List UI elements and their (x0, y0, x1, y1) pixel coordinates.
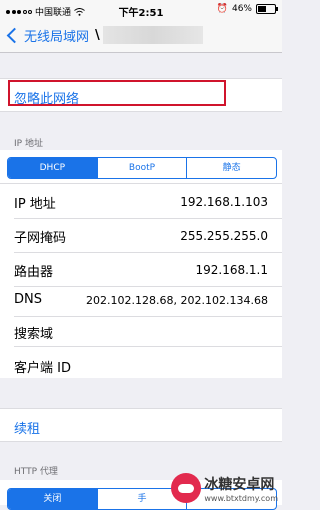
renew-lease-label: 续租 (14, 422, 41, 437)
ip-value: 192.168.1.103 (180, 195, 268, 209)
subnet-label: 子网掩码 (14, 231, 67, 246)
subnet-value: 255.255.255.0 (180, 229, 268, 243)
ip-section-header: IP 地址 (14, 139, 43, 149)
divider (0, 183, 282, 184)
nav-title-fragment: \ (95, 28, 100, 43)
tab-proxy-off[interactable]: 关闭 (8, 489, 97, 509)
watermark-logo-icon (171, 473, 202, 503)
dns-label: DNS (14, 292, 42, 307)
divider (14, 252, 282, 253)
highlight-box (8, 80, 226, 106)
battery-icon (256, 4, 278, 14)
alarm-icon: ⏰ (216, 4, 228, 14)
status-bar: 中国联通 下午2:51 ⏰ 46% (0, 0, 282, 20)
watermark: 冰糖安卓网 www.btxtdmy.com (171, 473, 278, 503)
divider (14, 286, 282, 287)
divider (14, 316, 282, 317)
ip-mode-segmented-control[interactable]: DHCP BootP 静态 (7, 157, 277, 179)
status-right: ⏰ 46% (216, 4, 278, 14)
tab-bootp[interactable]: BootP (96, 158, 187, 178)
search-domain-label: 搜索域 (14, 327, 54, 342)
http-proxy-header: HTTP 代理 (14, 467, 58, 477)
dns-value: 202.102.128.68, 202.102.134.68 (86, 294, 268, 307)
client-id-label: 客户端 ID (14, 361, 71, 376)
router-value: 192.168.1.1 (195, 263, 268, 277)
tab-static[interactable]: 静态 (186, 158, 276, 178)
navigation-bar: 无线局域网 \ (0, 20, 282, 53)
watermark-name: 冰糖安卓网 (204, 476, 275, 493)
divider (14, 218, 282, 219)
chevron-left-icon (6, 27, 23, 44)
tab-dhcp[interactable]: DHCP (8, 158, 97, 178)
watermark-url: www.btxtdmy.com (204, 493, 278, 503)
renew-lease-row[interactable]: 续租 (0, 408, 282, 442)
battery-percent: 46% (231, 4, 252, 14)
back-button[interactable]: 无线局域网 \ (6, 26, 100, 45)
back-label: 无线局域网 (24, 30, 90, 45)
network-name-redacted (103, 26, 203, 44)
router-label: 路由器 (14, 265, 54, 280)
divider (14, 346, 282, 347)
ip-label: IP 地址 (14, 197, 56, 212)
